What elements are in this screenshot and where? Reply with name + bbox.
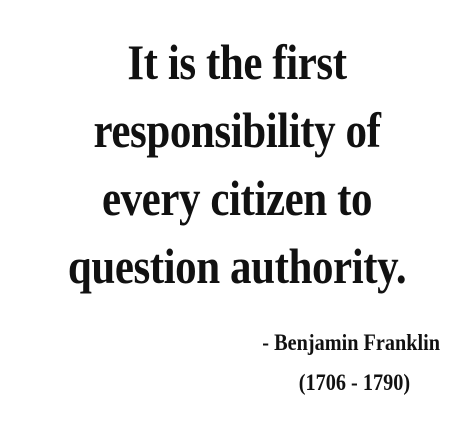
author-name: - Benjamin Franklin [262,330,440,355]
quote-line-4: question authority. [67,238,407,294]
quote-line-3: every citizen to [101,170,373,226]
quote-line-1: It is the first [127,34,347,90]
quote-text: It is the first responsibility of every … [0,28,474,300]
quote-line-2: responsibility of [93,102,381,158]
author-years: (1706 - 1790) [298,370,411,395]
attribution: - Benjamin Franklin (1706 - 1790) [0,323,440,403]
